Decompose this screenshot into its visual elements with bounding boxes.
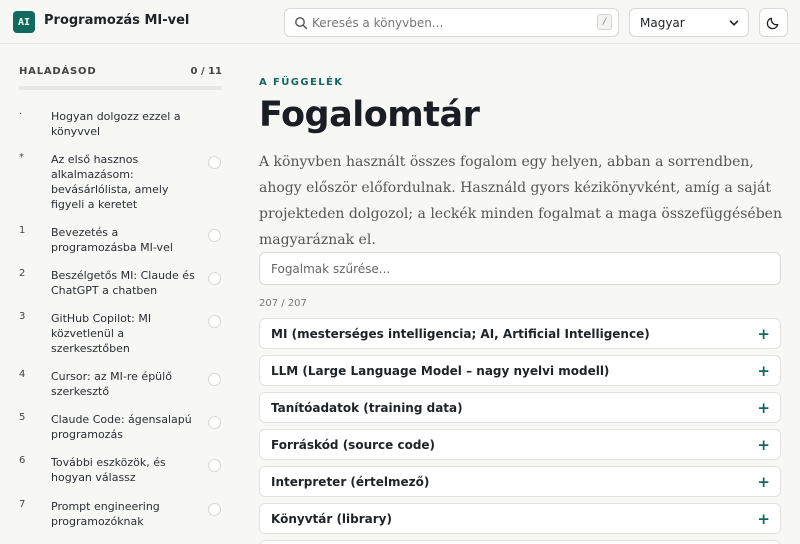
sidebar-item-label: Hogyan dolgozz ezzel a könyvvel	[51, 110, 181, 138]
sidebar-item-number: *	[19, 152, 24, 163]
progress-label: HALADÁSOD	[19, 66, 97, 77]
chevron-down-icon	[729, 20, 739, 26]
term-filter-box[interactable]	[259, 252, 781, 285]
theme-toggle-button[interactable]	[759, 8, 788, 37]
term-count: 207 / 207	[259, 298, 307, 309]
term-label: Könyvtár (library)	[271, 512, 392, 526]
term-label: Forráskód (source code)	[271, 438, 436, 452]
sidebar-item-number: 3	[19, 311, 26, 322]
intro-text: A könyvben használt összes fogalom egy h…	[259, 154, 782, 248]
completion-circle-icon[interactable]	[208, 315, 221, 328]
sidebar-item-number: 6	[19, 455, 26, 466]
glossary-term-row[interactable]: Könyvtár (library) +	[259, 503, 781, 534]
expand-plus-icon[interactable]: +	[757, 399, 770, 417]
expand-plus-icon[interactable]: +	[757, 362, 770, 380]
sidebar-item-number: 5	[19, 412, 26, 423]
completion-circle-icon[interactable]	[208, 416, 221, 429]
sidebar-item-label: Beszélgetős MI: Claude és ChatGPT a chat…	[51, 269, 195, 297]
search-box[interactable]: /	[284, 8, 619, 37]
sidebar-item-label: További eszközök, és hogyan válassz	[51, 456, 166, 484]
expand-plus-icon[interactable]: +	[757, 473, 770, 491]
glossary-term-row[interactable]: MI (mesterséges intelligencia; AI, Artif…	[259, 318, 781, 349]
sidebar-item-label: Cursor: az MI-re épülő szerkesztő	[51, 370, 172, 398]
sidebar-item-number: 2	[19, 268, 26, 279]
sidebar-item-number: 4	[19, 369, 26, 380]
completion-circle-icon[interactable]	[208, 229, 221, 242]
completion-circle-icon[interactable]	[208, 373, 221, 386]
sidebar-item-number: 1	[19, 225, 26, 236]
sidebar-item-number: 7	[19, 499, 26, 510]
expand-plus-icon[interactable]: +	[757, 510, 770, 528]
term-label: LLM (Large Language Model – nagy nyelvi …	[271, 364, 610, 378]
term-label: Tanítóadatok (training data)	[271, 401, 463, 415]
moon-icon	[766, 17, 779, 30]
completion-circle-icon[interactable]	[208, 272, 221, 285]
glossary-term-row[interactable]: Interpreter (értelmező) +	[259, 466, 781, 497]
term-label: MI (mesterséges intelligencia; AI, Artif…	[271, 327, 650, 341]
sidebar-item-label: Az első hasznos alkalmazásom: bevásárlól…	[51, 153, 169, 211]
language-value: Magyar	[640, 16, 685, 30]
term-filter-input[interactable]	[271, 260, 751, 278]
term-label: Interpreter (értelmező)	[271, 475, 430, 489]
progress-bar	[19, 86, 222, 90]
sidebar-item-number: ·	[19, 109, 23, 120]
search-input[interactable]	[312, 13, 592, 33]
app-logo[interactable]: AI	[13, 11, 35, 33]
app-title[interactable]: Programozás MI-vel	[44, 13, 189, 28]
completion-circle-icon[interactable]	[208, 156, 221, 169]
completion-circle-icon[interactable]	[208, 459, 221, 472]
top-bar: AI Programozás MI-vel / Magyar	[0, 0, 800, 44]
sidebar-item-label: Claude Code: ágensalapú programozás	[51, 413, 192, 441]
progress-count: 0 / 11	[190, 66, 223, 77]
sidebar-item-label: Prompt engineering programozóknak	[51, 500, 160, 528]
expand-plus-icon[interactable]: +	[757, 325, 770, 343]
sidebar: HALADÁSOD 0 / 11 · Hogyan dolgozz ezzel …	[0, 45, 240, 544]
search-shortcut-key: /	[597, 14, 612, 30]
glossary-term-row[interactable]: LLM (Large Language Model – nagy nyelvi …	[259, 355, 781, 386]
page-title: Fogalomtár	[259, 95, 480, 135]
glossary-term-row[interactable]: Tanítóadatok (training data) +	[259, 392, 781, 423]
search-icon	[295, 17, 308, 30]
expand-plus-icon[interactable]: +	[757, 436, 770, 454]
glossary-term-row[interactable]	[259, 540, 781, 544]
language-select[interactable]: Magyar	[629, 8, 749, 37]
glossary-term-row[interactable]: Forráskód (source code) +	[259, 429, 781, 460]
appendix-label: A FÜGGELÉK	[259, 77, 344, 88]
sidebar-item-label: GitHub Copilot: MI közvetlenül a szerkes…	[51, 312, 152, 355]
sidebar-item-label: Bevezetés a programozásba MI-vel	[51, 226, 173, 254]
completion-circle-icon[interactable]	[208, 503, 221, 516]
main-content: A FÜGGELÉK Fogalomtár A könyvben használ…	[240, 45, 800, 544]
